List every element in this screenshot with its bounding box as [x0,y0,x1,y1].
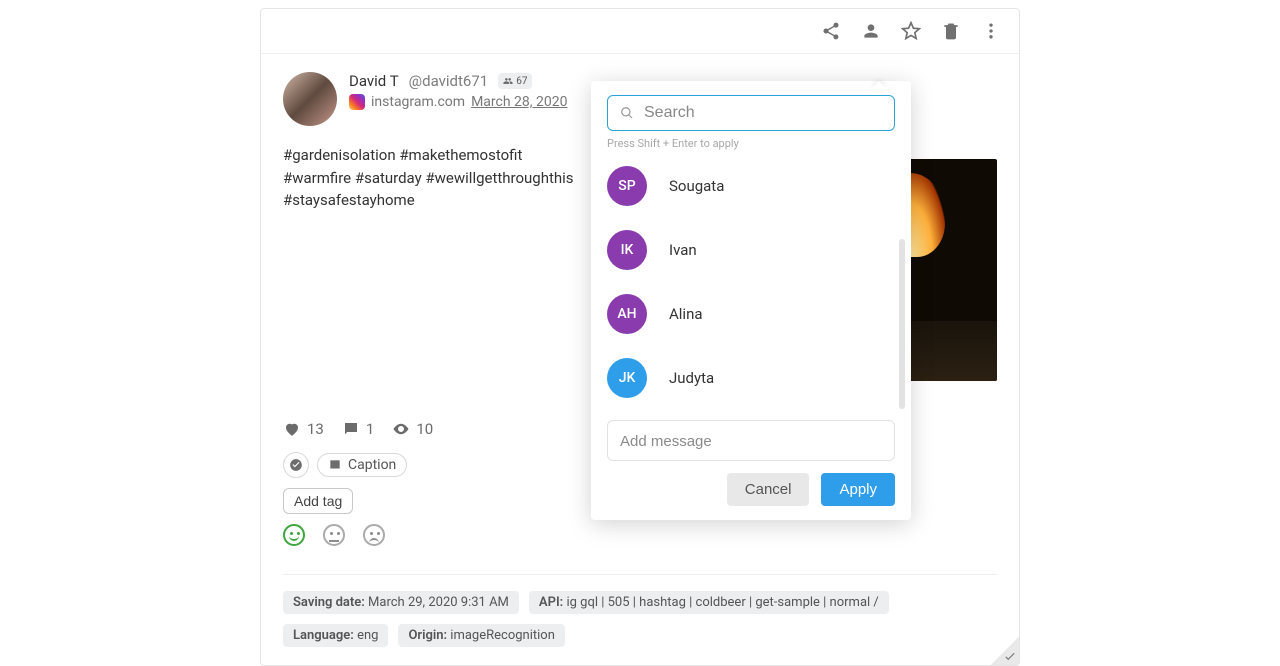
corner-confirm-icon[interactable] [991,637,1019,665]
source-domain: instagram.com [371,94,465,110]
person-avatar: JK [607,358,647,398]
comments-stat: 1 [342,420,374,438]
people-list: SP Sougata IK Ivan AH Alina JK Judyta [607,166,895,398]
apply-button[interactable]: Apply [821,473,895,506]
caption-tag[interactable]: Caption [317,453,407,477]
person-item[interactable]: IK Ivan [607,230,895,270]
person-name: Judyta [669,369,714,387]
search-hint: Press Shift + Enter to apply [607,137,895,150]
checkmark-pill-icon[interactable] [283,452,309,478]
author-avatar[interactable] [283,72,337,126]
views-stat: 10 [392,420,433,438]
message-input[interactable] [620,433,882,450]
person-item[interactable]: JK Judyta [607,358,895,398]
post-body: #gardenisolation #makethemostofit #warmf… [283,144,593,212]
sentiment-row [283,524,997,560]
scrollbar[interactable] [899,239,905,409]
card-toolbar [261,9,1019,54]
person-avatar: SP [607,166,647,206]
sentiment-positive[interactable] [283,524,305,546]
meta-api: API: ig gql | 505 | hashtag | coldbeer |… [529,591,889,614]
metadata-row: Saving date: March 29, 2020 9:31 AM API:… [261,575,1019,665]
sentiment-negative[interactable] [363,524,385,546]
post-card: David T @davidt671 67 instagram.com Marc… [260,8,1020,666]
message-box[interactable] [607,420,895,461]
search-box[interactable] [607,95,895,131]
delete-icon[interactable] [941,21,961,41]
assign-popover: Press Shift + Enter to apply SP Sougata IK… [591,81,911,520]
meta-origin: Origin: imageRecognition [398,624,564,647]
cancel-button[interactable]: Cancel [727,473,810,506]
author-name[interactable]: David T [349,72,399,90]
share-icon[interactable] [821,21,841,41]
more-icon[interactable] [981,21,1001,41]
meta-language: Language: eng [283,624,388,647]
person-name: Ivan [669,241,697,259]
search-icon [620,106,634,120]
person-avatar: AH [607,294,647,334]
author-handle[interactable]: @davidt671 [409,72,489,90]
instagram-icon [349,94,365,110]
follower-count: 67 [498,73,532,89]
sentiment-neutral[interactable] [323,524,345,546]
person-icon[interactable] [861,21,881,41]
star-icon[interactable] [901,21,921,41]
search-input[interactable] [644,104,882,122]
person-name: Alina [669,305,703,323]
likes-stat: 13 [283,420,324,438]
post-date-link[interactable]: March 28, 2020 [471,94,567,110]
person-name: Sougata [669,177,724,195]
person-avatar: IK [607,230,647,270]
add-tag-button[interactable]: Add tag [283,488,353,514]
person-item[interactable]: AH Alina [607,294,895,334]
meta-saving-date: Saving date: March 29, 2020 9:31 AM [283,591,519,614]
person-item[interactable]: SP Sougata [607,166,895,206]
